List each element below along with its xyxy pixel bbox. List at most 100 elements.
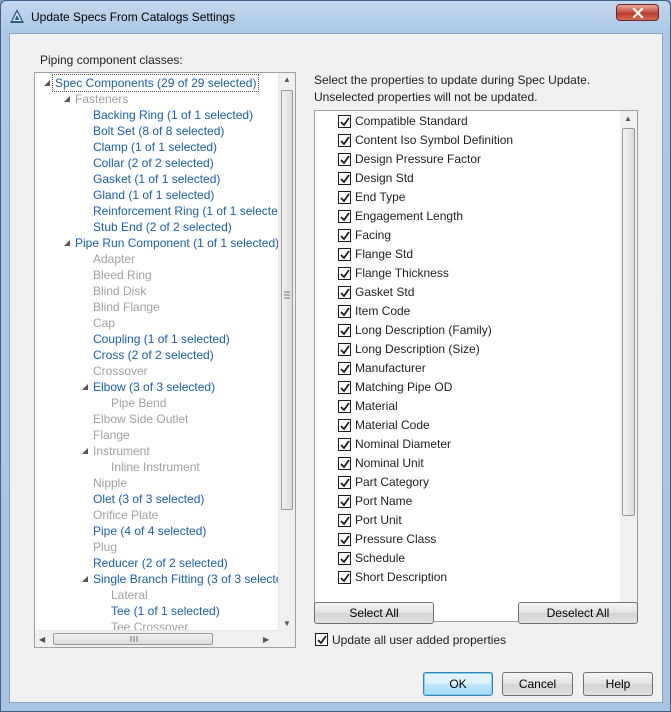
- properties-list[interactable]: Compatible Standard Content Iso Symbol De…: [314, 110, 638, 622]
- property-checkbox[interactable]: [338, 134, 351, 147]
- tree-item[interactable]: Inline Instrument: [111, 459, 200, 475]
- tree-item[interactable]: Crossover: [93, 363, 148, 379]
- property-checkbox[interactable]: [338, 400, 351, 413]
- property-checkbox[interactable]: [338, 305, 351, 318]
- scroll-up-icon[interactable]: ▲: [624, 114, 632, 123]
- property-label[interactable]: Long Description (Family): [355, 321, 492, 340]
- property-checkbox[interactable]: [338, 286, 351, 299]
- property-checkbox[interactable]: [338, 552, 351, 565]
- tree-item[interactable]: Pipe Run Component (1 of 1 selected): [75, 235, 279, 251]
- tree-item[interactable]: Lateral: [111, 587, 148, 603]
- tree-item[interactable]: Spec Components (29 of 29 selected): [52, 74, 260, 92]
- properties-vertical-scrollbar[interactable]: ▲ ▼: [620, 111, 637, 621]
- expanded-triangle-icon[interactable]: [63, 95, 71, 103]
- property-checkbox[interactable]: [338, 267, 351, 280]
- tree-item[interactable]: Blind Flange: [93, 299, 160, 315]
- tree-item[interactable]: Collar (2 of 2 selected): [93, 155, 214, 171]
- property-label[interactable]: Port Name: [355, 492, 412, 511]
- scroll-up-icon[interactable]: ▲: [283, 75, 291, 84]
- property-checkbox[interactable]: [338, 191, 351, 204]
- cancel-button[interactable]: Cancel: [502, 672, 573, 696]
- tree-item[interactable]: Orifice Plate: [93, 507, 158, 523]
- property-label[interactable]: Short Description: [355, 568, 447, 587]
- tree-item[interactable]: Clamp (1 of 1 selected): [93, 139, 217, 155]
- property-label[interactable]: Content Iso Symbol Definition: [355, 131, 513, 150]
- tree-item[interactable]: Pipe (4 of 4 selected): [93, 523, 206, 539]
- property-checkbox[interactable]: [338, 514, 351, 527]
- property-label[interactable]: Manufacturer: [355, 359, 426, 378]
- component-class-tree[interactable]: Spec Components (29 of 29 selected) Faste…: [34, 72, 296, 648]
- property-checkbox[interactable]: [338, 476, 351, 489]
- tree-item[interactable]: Reducer (2 of 2 selected): [93, 555, 228, 571]
- expanded-triangle-icon[interactable]: [81, 447, 89, 455]
- property-label[interactable]: Schedule: [355, 549, 405, 568]
- tree-item[interactable]: Pipe Bend: [111, 395, 166, 411]
- property-label[interactable]: End Type: [355, 188, 405, 207]
- property-checkbox[interactable]: [338, 419, 351, 432]
- property-label[interactable]: Facing: [355, 226, 391, 245]
- property-label[interactable]: Nominal Unit: [355, 454, 424, 473]
- property-checkbox[interactable]: [338, 324, 351, 337]
- property-label[interactable]: Material: [355, 397, 398, 416]
- property-checkbox[interactable]: [338, 533, 351, 546]
- expanded-triangle-icon[interactable]: [81, 383, 89, 391]
- select-all-button[interactable]: Select All: [314, 602, 434, 624]
- tree-item[interactable]: Bolt Set (8 of 8 selected): [93, 123, 224, 139]
- tree-item[interactable]: Elbow Side Outlet: [93, 411, 188, 427]
- property-checkbox[interactable]: [338, 571, 351, 584]
- tree-item[interactable]: Gland (1 of 1 selected): [93, 187, 214, 203]
- tree-item[interactable]: Adapter: [93, 251, 135, 267]
- property-checkbox[interactable]: [338, 248, 351, 261]
- tree-item[interactable]: Bleed Ring: [93, 267, 152, 283]
- property-label[interactable]: Flange Std: [355, 245, 413, 264]
- property-label[interactable]: Long Description (Size): [355, 340, 480, 359]
- property-checkbox[interactable]: [338, 495, 351, 508]
- tree-item[interactable]: Tee (1 of 1 selected): [111, 603, 220, 619]
- property-label[interactable]: Port Unit: [355, 511, 402, 530]
- property-label[interactable]: Matching Pipe OD: [355, 378, 452, 397]
- tree-item[interactable]: Plug: [93, 539, 117, 555]
- tree-horizontal-scrollbar[interactable]: ◀ ▶: [35, 630, 278, 647]
- tree-item[interactable]: Coupling (1 of 1 selected): [93, 331, 230, 347]
- scroll-down-icon[interactable]: ▼: [283, 619, 291, 628]
- scroll-right-icon[interactable]: ▶: [263, 635, 269, 644]
- ok-button[interactable]: OK: [423, 672, 493, 696]
- tree-item[interactable]: Instrument: [93, 443, 150, 459]
- expanded-triangle-icon[interactable]: [63, 239, 71, 247]
- property-checkbox[interactable]: [338, 172, 351, 185]
- property-label[interactable]: Item Code: [355, 302, 410, 321]
- tree-vertical-scrollbar[interactable]: ▲ ▼: [278, 73, 295, 631]
- close-button[interactable]: [616, 4, 659, 21]
- property-checkbox[interactable]: [338, 229, 351, 242]
- expanded-triangle-icon[interactable]: [81, 575, 89, 583]
- property-checkbox[interactable]: [338, 343, 351, 356]
- update-user-props-checkbox[interactable]: [315, 633, 328, 646]
- tree-item[interactable]: Elbow (3 of 3 selected): [93, 379, 215, 395]
- property-label[interactable]: Pressure Class: [355, 530, 436, 549]
- tree-item[interactable]: Olet (3 of 3 selected): [93, 491, 204, 507]
- tree-item[interactable]: Gasket (1 of 1 selected): [93, 171, 220, 187]
- property-label[interactable]: Engagement Length: [355, 207, 463, 226]
- scroll-left-icon[interactable]: ◀: [39, 635, 45, 644]
- property-checkbox[interactable]: [338, 210, 351, 223]
- tree-item[interactable]: Fasteners: [75, 91, 128, 107]
- tree-item[interactable]: Single Branch Fitting (3 of 3 selected): [93, 571, 293, 587]
- tree-item[interactable]: Flange: [93, 427, 130, 443]
- tree-item[interactable]: Cross (2 of 2 selected): [93, 347, 214, 363]
- tree-scroll-thumb[interactable]: [281, 90, 293, 510]
- tree-item[interactable]: Cap: [93, 315, 115, 331]
- property-label[interactable]: Nominal Diameter: [355, 435, 451, 454]
- tree-hscroll-thumb[interactable]: [53, 633, 213, 645]
- tree-item[interactable]: Reinforcement Ring (1 of 1 selected): [93, 203, 288, 219]
- property-checkbox[interactable]: [338, 457, 351, 470]
- tree-item[interactable]: Backing Ring (1 of 1 selected): [93, 107, 253, 123]
- property-label[interactable]: Gasket Std: [355, 283, 414, 302]
- help-button[interactable]: Help: [583, 672, 653, 696]
- tree-item[interactable]: Blind Disk: [93, 283, 146, 299]
- property-label[interactable]: Compatible Standard: [355, 112, 468, 131]
- expanded-triangle-icon[interactable]: [43, 79, 51, 87]
- property-checkbox[interactable]: [338, 362, 351, 375]
- property-label[interactable]: Design Pressure Factor: [355, 150, 481, 169]
- property-label[interactable]: Material Code: [355, 416, 430, 435]
- property-label[interactable]: Part Category: [355, 473, 429, 492]
